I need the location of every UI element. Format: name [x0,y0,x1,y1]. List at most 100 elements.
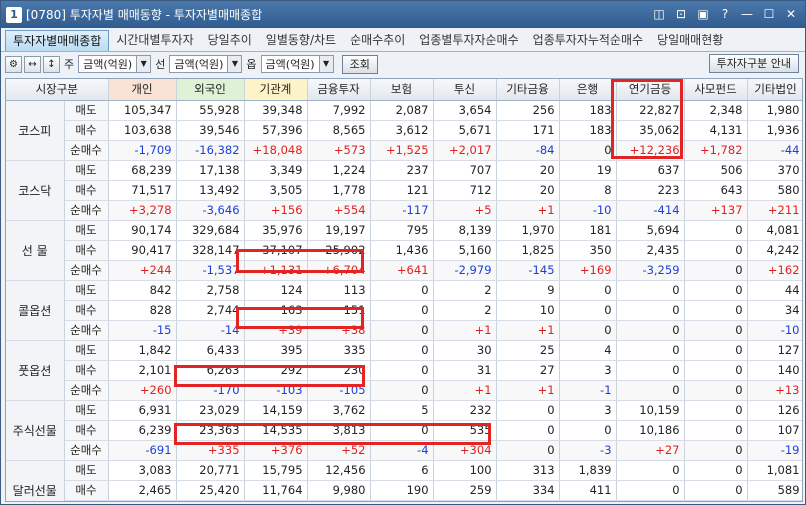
cell-pension[interactable]: 223 [616,180,685,201]
cell-pension[interactable]: -414 [616,200,685,221]
cell-trust[interactable]: +1 [433,380,497,401]
cell-private-fund[interactable]: 0 [684,300,748,321]
cell-financial-investment[interactable]: 8,565 [307,120,371,141]
cell-foreign[interactable]: -3,646 [176,200,245,221]
cell-foreign[interactable]: 2,744 [176,300,245,321]
cell-insurance[interactable]: 0 [370,340,434,361]
table-row[interactable]: 순매수 -691 +335 +376 +52 -4 +304 0 -3 +27 0 -19 [6,440,802,461]
cell-pension[interactable]: 0 [616,300,685,321]
table-row[interactable]: 선 물 매도 90,174 329,684 35,976 19,197 795 8,139 1,… [6,220,802,281]
cell-private-fund[interactable]: 643 [684,180,748,201]
tab-daily-trend[interactable]: 당일추이 [201,30,259,51]
column-header-other-corp[interactable]: 기타법인 [747,79,802,101]
cell-trust[interactable]: 535 [433,420,497,441]
column-header-bank[interactable]: 은행 [559,79,617,101]
cell-institution[interactable]: 11,764 [244,480,308,501]
chevron-down-icon[interactable]: ▼ [227,56,242,72]
column-header-market[interactable]: 시장구분 [6,79,109,101]
cell-pension[interactable]: 2,435 [616,240,685,261]
cell-other-corp[interactable]: 370 [747,160,802,181]
column-header-private-fund[interactable]: 사모펀드 [684,79,748,101]
cell-trust[interactable]: 707 [433,160,497,181]
cell-trust[interactable]: 8,139 [433,220,497,241]
cell-other-finance[interactable]: 1,825 [496,240,560,261]
cell-insurance[interactable]: 6 [370,460,434,481]
cell-trust[interactable]: 2 [433,300,497,321]
cell-other-corp[interactable]: 107 [747,420,802,441]
cell-bank[interactable]: -10 [559,200,617,221]
cell-other-finance[interactable]: 171 [496,120,560,141]
table-row[interactable]: 순매수 +244 -1,537 +1,131 +6,704 +641 -2,979 -145 +… [6,260,802,281]
cell-individual[interactable]: -15 [108,320,177,341]
futures-unit-select[interactable]: 금액(억원) ▼ [169,55,243,73]
tab-investor-summary[interactable]: 투자자별매매종합 [5,30,110,51]
cell-institution[interactable]: 15,795 [244,460,308,481]
table-row[interactable]: 매수 71,517 13,492 3,505 1,778 121 712 20 8 223 643 5… [6,180,802,201]
cell-financial-investment[interactable]: 335 [307,340,371,361]
vertical-arrows-icon[interactable]: ↕ [43,55,60,73]
cell-other-finance[interactable]: 0 [496,440,560,461]
cell-private-fund[interactable]: +137 [684,200,748,221]
cell-trust[interactable]: +1 [433,320,497,341]
cell-foreign[interactable]: -1,537 [176,260,245,281]
table-row[interactable]: 순매수 +260 -170 -103 -105 0 +1 +1 -1 0 0 +13 [6,380,802,401]
cell-private-fund[interactable]: 0 [684,320,748,341]
cell-foreign[interactable]: -16,382 [176,140,245,161]
tab-sector-cumulative[interactable]: 업종투자자누적순매수 [526,30,650,51]
cell-insurance[interactable]: 121 [370,180,434,201]
cell-pension[interactable]: 5,694 [616,220,685,241]
cell-institution[interactable]: 3,505 [244,180,308,201]
close-icon[interactable]: ✕ [783,6,799,22]
cell-institution[interactable]: 3,349 [244,160,308,181]
cell-bank[interactable]: 3 [559,360,617,381]
cell-insurance[interactable]: +641 [370,260,434,281]
cell-insurance[interactable]: +1,525 [370,140,434,161]
cell-financial-investment[interactable]: 7,992 [307,100,371,121]
cell-institution[interactable]: 37,107 [244,240,308,261]
layout-icon[interactable]: ▣ [695,6,711,22]
cell-individual[interactable]: 3,083 [108,460,177,481]
tab-hourly-investor[interactable]: 시간대별투자자 [109,30,200,51]
cell-foreign[interactable]: 6,433 [176,340,245,361]
table-row[interactable]: 순매수 -15 -14 +39 +38 0 +1 +1 0 0 0 -10 [6,320,802,341]
query-button[interactable]: 조회 [341,54,378,74]
cell-other-corp[interactable]: 1,936 [747,120,802,141]
cell-insurance[interactable]: -4 [370,440,434,461]
cell-institution[interactable]: -4,031 [244,500,308,501]
cell-other-finance[interactable]: +21 [496,500,560,501]
cell-insurance[interactable]: 0 [370,420,434,441]
cell-individual[interactable]: 828 [108,300,177,321]
cell-pension[interactable]: 35,062 [616,120,685,141]
cell-other-finance[interactable]: 1,970 [496,220,560,241]
cell-other-corp[interactable]: -19 [747,440,802,461]
cell-institution[interactable]: +156 [244,200,308,221]
cell-individual[interactable]: -1,709 [108,140,177,161]
pin-icon[interactable]: ⊡ [673,6,689,22]
cell-institution[interactable]: -103 [244,380,308,401]
cell-other-corp[interactable]: 580 [747,180,802,201]
cell-individual[interactable]: 2,101 [108,360,177,381]
cell-foreign[interactable]: 6,263 [176,360,245,381]
cell-other-finance[interactable]: 256 [496,100,560,121]
cell-other-finance[interactable]: 9 [496,280,560,301]
cell-bank[interactable]: 0 [559,320,617,341]
cell-pension[interactable]: 10,186 [616,420,685,441]
cell-foreign[interactable]: 20,771 [176,460,245,481]
cell-foreign[interactable]: -170 [176,380,245,401]
cell-other-finance[interactable]: 20 [496,180,560,201]
cell-foreign[interactable]: 25,420 [176,480,245,501]
cell-trust[interactable]: 30 [433,340,497,361]
cell-individual[interactable]: 103,638 [108,120,177,141]
cell-other-corp[interactable]: +211 [747,200,802,221]
cell-individual[interactable]: 90,174 [108,220,177,241]
cell-pension[interactable]: 0 [616,280,685,301]
cell-other-finance[interactable]: 10 [496,300,560,321]
cell-financial-investment[interactable]: +554 [307,200,371,221]
cell-insurance[interactable]: 3,612 [370,120,434,141]
cell-pension[interactable]: 0 [616,340,685,361]
cell-individual[interactable]: +244 [108,260,177,281]
cell-foreign[interactable]: +4,649 [176,500,245,501]
cell-private-fund[interactable]: 0 [684,400,748,421]
tab-net-buy-trend[interactable]: 순매수추이 [343,30,412,51]
cell-individual[interactable]: 90,417 [108,240,177,261]
